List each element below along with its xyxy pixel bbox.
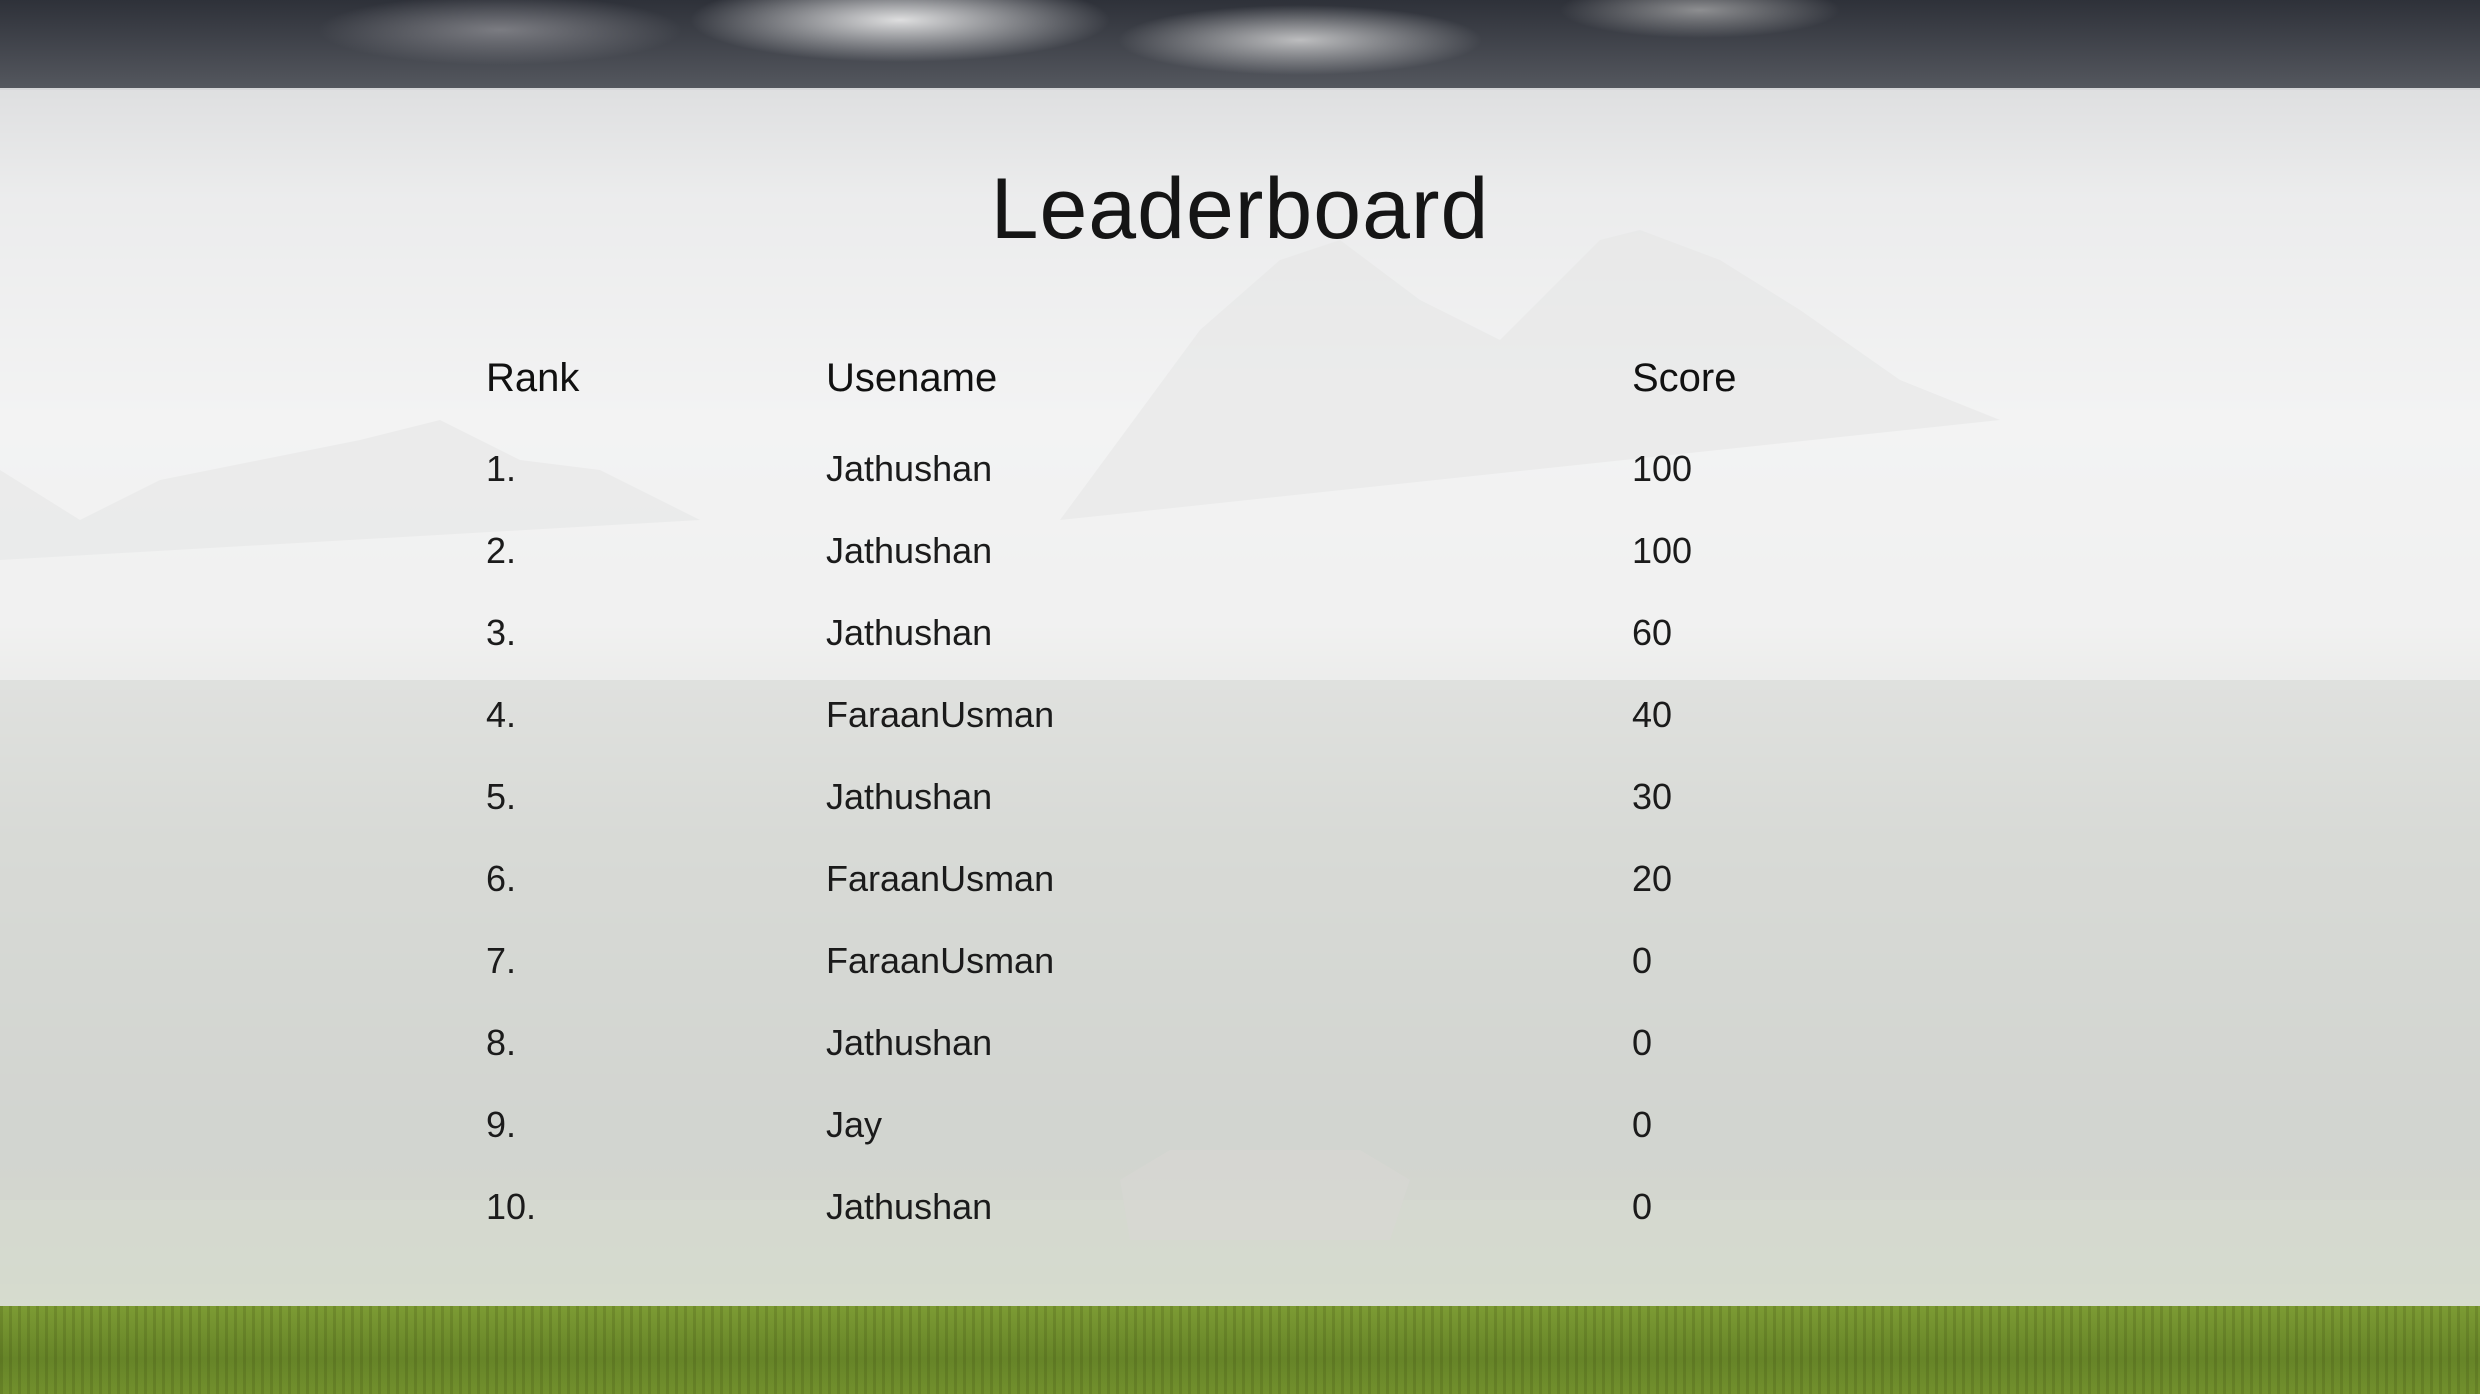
- username-cell: Jathushan: [826, 1186, 993, 1227]
- table-row: 2. Jathushan 100: [486, 530, 1886, 612]
- score-cell: 0: [1632, 1104, 1653, 1145]
- rank-cell: 5.: [486, 776, 517, 817]
- username-cell: Jathushan: [826, 530, 993, 571]
- rank-cell: 8.: [486, 1022, 517, 1063]
- score-cell: 30: [1632, 776, 1673, 817]
- score-cell: 0: [1632, 940, 1653, 981]
- username-column-header: Usename: [826, 356, 998, 400]
- rank-cell: 4.: [486, 694, 517, 735]
- score-cell: 100: [1632, 448, 1693, 489]
- rank-cell: 9.: [486, 1104, 517, 1145]
- score-cell: 60: [1632, 612, 1673, 653]
- username-cell: FaraanUsman: [826, 940, 1055, 981]
- score-cell: 0: [1632, 1022, 1653, 1063]
- background-grass: [0, 1306, 2480, 1394]
- table-row: 7. FaraanUsman 0: [486, 940, 1886, 1022]
- username-cell: FaraanUsman: [826, 694, 1055, 735]
- table-row: 8. Jathushan 0: [486, 1022, 1886, 1104]
- table-row: 9. Jay 0: [486, 1104, 1886, 1186]
- rank-cell: 6.: [486, 858, 517, 899]
- table-row: 5. Jathushan 30: [486, 776, 1886, 858]
- table-row: 10. Jathushan 0: [486, 1186, 1886, 1268]
- username-cell: Jathushan: [826, 448, 993, 489]
- username-cell: Jay: [826, 1104, 883, 1145]
- page-title: Leaderboard: [990, 161, 1490, 257]
- rank-cell: 3.: [486, 612, 517, 653]
- table-row: 1. Jathushan 100: [486, 448, 1886, 530]
- score-cell: 100: [1632, 530, 1693, 571]
- username-cell: FaraanUsman: [826, 858, 1055, 899]
- rank-cell: 10.: [486, 1186, 537, 1227]
- leaderboard-table: Rank Usename Score 1. Jathushan 100 2. J…: [486, 356, 1886, 1268]
- score-cell: 20: [1632, 858, 1673, 899]
- rank-column-header: Rank: [486, 356, 580, 400]
- table-row: 6. FaraanUsman 20: [486, 858, 1886, 940]
- score-column-header: Score: [1632, 356, 1737, 400]
- username-cell: Jathushan: [826, 1022, 993, 1063]
- table-header-row: Rank Usename Score: [486, 356, 1886, 448]
- score-cell: 40: [1632, 694, 1673, 735]
- score-cell: 0: [1632, 1186, 1653, 1227]
- table-row: 3. Jathushan 60: [486, 612, 1886, 694]
- rank-cell: 2.: [486, 530, 517, 571]
- username-cell: Jathushan: [826, 776, 993, 817]
- username-cell: Jathushan: [826, 612, 993, 653]
- rank-cell: 7.: [486, 940, 517, 981]
- rank-cell: 1.: [486, 448, 517, 489]
- table-row: 4. FaraanUsman 40: [486, 694, 1886, 776]
